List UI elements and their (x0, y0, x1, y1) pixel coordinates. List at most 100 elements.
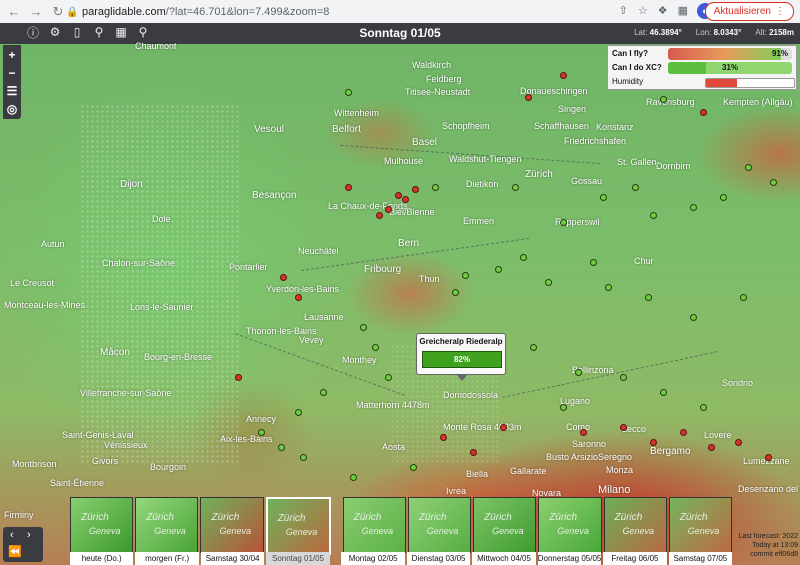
takeoff-marker[interactable] (278, 444, 285, 451)
takeoff-marker[interactable] (235, 374, 242, 381)
day-thumbnail[interactable]: Zürich Geneva (265, 497, 331, 555)
layers-icon[interactable]: ☰ (5, 84, 19, 98)
takeoff-marker[interactable] (745, 164, 752, 171)
takeoff-marker[interactable] (360, 324, 367, 331)
takeoff-marker[interactable] (432, 184, 439, 191)
day-thumbnail[interactable]: Zürich Geneva (135, 497, 199, 553)
takeoff-marker[interactable] (295, 294, 302, 301)
takeoff-marker[interactable] (452, 289, 459, 296)
takeoff-marker[interactable] (700, 109, 707, 116)
next-day-icon[interactable]: › (27, 529, 31, 541)
takeoff-marker[interactable] (575, 369, 582, 376)
day-label[interactable]: Donnerstag 05/05 (537, 552, 602, 565)
takeoff-marker[interactable] (495, 266, 502, 273)
forward-icon[interactable]: → (28, 4, 44, 20)
takeoff-marker[interactable] (765, 454, 772, 461)
day-label[interactable]: Samstag 07/05 (668, 552, 733, 565)
day-label[interactable]: Sonntag 01/05 (266, 552, 330, 565)
day-thumbnail[interactable]: Zürich Geneva (200, 497, 264, 553)
takeoff-marker[interactable] (440, 434, 447, 441)
day-thumbnail[interactable]: Zürich Geneva (603, 497, 667, 553)
takeoff-marker[interactable] (295, 409, 302, 416)
takeoff-marker[interactable] (385, 206, 392, 213)
takeoff-marker[interactable] (300, 454, 307, 461)
takeoff-marker[interactable] (580, 429, 587, 436)
rewind-icon[interactable]: ⏪ (8, 545, 22, 558)
takeoff-marker[interactable] (720, 194, 727, 201)
zoom-out-icon[interactable]: − (5, 66, 19, 80)
day-label[interactable]: Samstag 30/04 (200, 552, 265, 565)
takeoff-marker[interactable] (632, 184, 639, 191)
takeoff-marker[interactable] (350, 474, 357, 481)
zoom-in-icon[interactable]: + (5, 48, 19, 62)
takeoff-marker[interactable] (500, 424, 507, 431)
takeoff-marker[interactable] (660, 389, 667, 396)
takeoff-marker[interactable] (645, 294, 652, 301)
back-icon[interactable]: ← (6, 4, 22, 20)
takeoff-marker[interactable] (372, 344, 379, 351)
address-bar[interactable]: 🔒 paraglidable.com/?lat=46.701&lon=7.499… (66, 3, 626, 20)
takeoff-marker[interactable] (620, 424, 627, 431)
takeoff-marker[interactable] (520, 254, 527, 261)
share-icon[interactable]: ⇧ (619, 4, 628, 17)
update-button[interactable]: Aktualisieren ⋮ (704, 2, 794, 21)
takeoff-marker[interactable] (735, 439, 742, 446)
takeoff-marker[interactable] (600, 194, 607, 201)
day-label[interactable]: Freitag 06/05 (603, 552, 667, 565)
takeoff-marker[interactable] (320, 389, 327, 396)
takeoff-marker[interactable] (385, 374, 392, 381)
takeoff-marker[interactable] (740, 294, 747, 301)
takeoff-marker[interactable] (258, 429, 265, 436)
takeoff-marker[interactable] (560, 404, 567, 411)
takeoff-marker[interactable] (560, 72, 567, 79)
day-label[interactable]: Mittwoch 04/05 (472, 552, 536, 565)
day-label[interactable]: heute (Do.) (70, 552, 134, 565)
sidebar-icon[interactable]: ▦ (678, 4, 688, 17)
takeoff-marker[interactable] (660, 96, 667, 103)
takeoff-marker[interactable] (512, 184, 519, 191)
day-label[interactable]: morgen (Fr.) (135, 552, 199, 565)
place-label: Lons-le-Saunier (130, 302, 194, 312)
day-thumbnail[interactable]: Zürich Geneva (473, 497, 537, 553)
forecast-map[interactable]: Chaumont Waldkirch Feldberg Titisee-Neus… (0, 41, 800, 565)
prev-day-icon[interactable]: ‹ (10, 529, 14, 541)
takeoff-marker[interactable] (690, 204, 697, 211)
takeoff-marker[interactable] (770, 179, 777, 186)
day-thumbnail[interactable]: Zürich Geneva (538, 497, 602, 553)
takeoff-marker[interactable] (590, 259, 597, 266)
takeoff-marker[interactable] (280, 274, 287, 281)
day-label[interactable]: Montag 02/05 (341, 552, 405, 565)
extensions-icon[interactable]: ❖ (658, 4, 668, 17)
takeoff-marker[interactable] (545, 279, 552, 286)
takeoff-marker[interactable] (690, 314, 697, 321)
takeoff-popup[interactable]: Greicheralp Riederalp 82% (416, 333, 506, 381)
takeoff-marker[interactable] (462, 272, 469, 279)
locate-icon[interactable]: ◎ (5, 102, 19, 116)
takeoff-marker[interactable] (620, 374, 627, 381)
takeoff-marker[interactable] (605, 284, 612, 291)
day-label[interactable]: Dienstag 03/05 (406, 552, 471, 565)
takeoff-marker[interactable] (395, 192, 402, 199)
takeoff-marker[interactable] (345, 184, 352, 191)
takeoff-marker[interactable] (708, 444, 715, 451)
takeoff-marker[interactable] (412, 186, 419, 193)
takeoff-marker[interactable] (525, 94, 532, 101)
reload-icon[interactable]: ↻ (50, 4, 66, 20)
place-label: Ivrea (446, 486, 467, 496)
takeoff-marker[interactable] (650, 439, 657, 446)
takeoff-marker[interactable] (376, 212, 383, 219)
takeoff-marker[interactable] (700, 404, 707, 411)
day-thumbnail[interactable]: Zürich Geneva (668, 497, 732, 553)
takeoff-marker[interactable] (470, 449, 477, 456)
takeoff-marker[interactable] (345, 89, 352, 96)
takeoff-marker[interactable] (410, 464, 417, 471)
takeoff-marker[interactable] (650, 212, 657, 219)
star-icon[interactable]: ☆ (638, 4, 648, 17)
day-thumbnail[interactable]: Zürich Geneva (342, 497, 406, 553)
takeoff-marker[interactable] (530, 344, 537, 351)
takeoff-marker[interactable] (560, 219, 567, 226)
day-thumbnail[interactable]: Zürich Geneva (70, 497, 134, 553)
day-thumbnail[interactable]: Zürich Geneva (407, 497, 472, 553)
takeoff-marker[interactable] (680, 429, 687, 436)
takeoff-marker[interactable] (402, 196, 409, 203)
